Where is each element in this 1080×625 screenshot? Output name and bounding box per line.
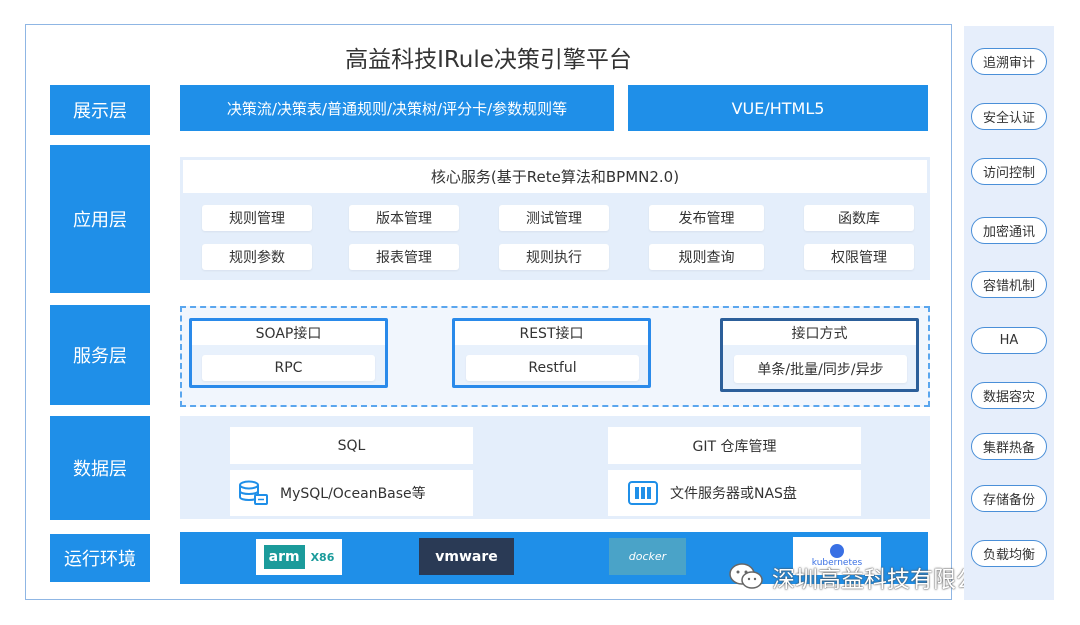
capability-tag: 数据容灾 xyxy=(971,382,1047,409)
docker-logo-text: docker xyxy=(628,550,667,563)
rest-interface-title: REST接口 xyxy=(455,321,648,345)
capability-tag: 加密通讯 xyxy=(971,217,1047,244)
capability-tag: HA xyxy=(971,327,1047,354)
capability-tag: 集群热备 xyxy=(971,433,1047,460)
capability-tag: 负载均衡 xyxy=(971,540,1047,567)
file-server-card: 文件服务器或NAS盘 xyxy=(608,470,861,516)
rest-interface-item: Restful xyxy=(466,355,639,381)
soap-interface-item: RPC xyxy=(202,355,375,381)
mysql-card: MySQL/OceanBase等 xyxy=(230,470,473,516)
vmware-logo-text: vmware xyxy=(435,548,498,565)
database-icon xyxy=(238,480,268,506)
sql-label: SQL xyxy=(230,427,473,464)
interface-mode-title: 接口方式 xyxy=(723,321,916,345)
app-module: 权限管理 xyxy=(804,244,914,270)
app-module: 版本管理 xyxy=(349,205,459,231)
app-module: 规则查询 xyxy=(649,244,764,270)
capability-tag: 访问控制 xyxy=(971,158,1047,185)
docker-logo: docker xyxy=(609,538,686,575)
arm-x86-logo: arm X86 xyxy=(256,539,342,575)
file-server-icon xyxy=(628,480,658,506)
app-module: 函数库 xyxy=(804,205,914,231)
display-components-box: 决策流/决策表/普通规则/决策树/评分卡/参数规则等 xyxy=(180,85,614,131)
display-tech-box: VUE/HTML5 xyxy=(628,85,928,131)
app-module: 报表管理 xyxy=(349,244,459,270)
layer-label-data: 数据层 xyxy=(50,416,150,520)
arm-logo-text: arm xyxy=(263,545,305,569)
capability-tag: 存储备份 xyxy=(971,485,1047,512)
layer-label-runtime: 运行环境 xyxy=(50,534,150,582)
kubernetes-wheel-icon xyxy=(830,544,844,558)
interface-mode-item: 单条/批量/同步/异步 xyxy=(734,355,907,383)
mysql-label: MySQL/OceanBase等 xyxy=(280,486,426,502)
vmware-logo: vmware xyxy=(419,538,514,575)
layer-label-display: 展示层 xyxy=(50,85,150,135)
layer-label-application: 应用层 xyxy=(50,145,150,293)
capability-tag: 安全认证 xyxy=(971,103,1047,130)
diagram-title: 高益科技IRule决策引擎平台 xyxy=(345,47,632,73)
core-service-header: 核心服务(基于Rete算法和BPMN2.0) xyxy=(183,160,927,193)
app-module: 测试管理 xyxy=(499,205,609,231)
git-label: GIT 仓库管理 xyxy=(608,427,861,464)
capability-tag: 容错机制 xyxy=(971,271,1047,298)
x86-logo-text: X86 xyxy=(310,550,335,564)
app-module: 规则管理 xyxy=(202,205,312,231)
app-module: 发布管理 xyxy=(649,205,764,231)
capability-tag: 追溯审计 xyxy=(971,48,1047,75)
app-module: 规则参数 xyxy=(202,244,312,270)
soap-interface-title: SOAP接口 xyxy=(192,321,385,345)
file-server-label: 文件服务器或NAS盘 xyxy=(670,486,797,502)
watermark: 深圳高益科技有限公司 xyxy=(728,558,1002,596)
wechat-icon xyxy=(728,562,764,592)
app-module: 规则执行 xyxy=(499,244,609,270)
layer-label-service: 服务层 xyxy=(50,305,150,405)
